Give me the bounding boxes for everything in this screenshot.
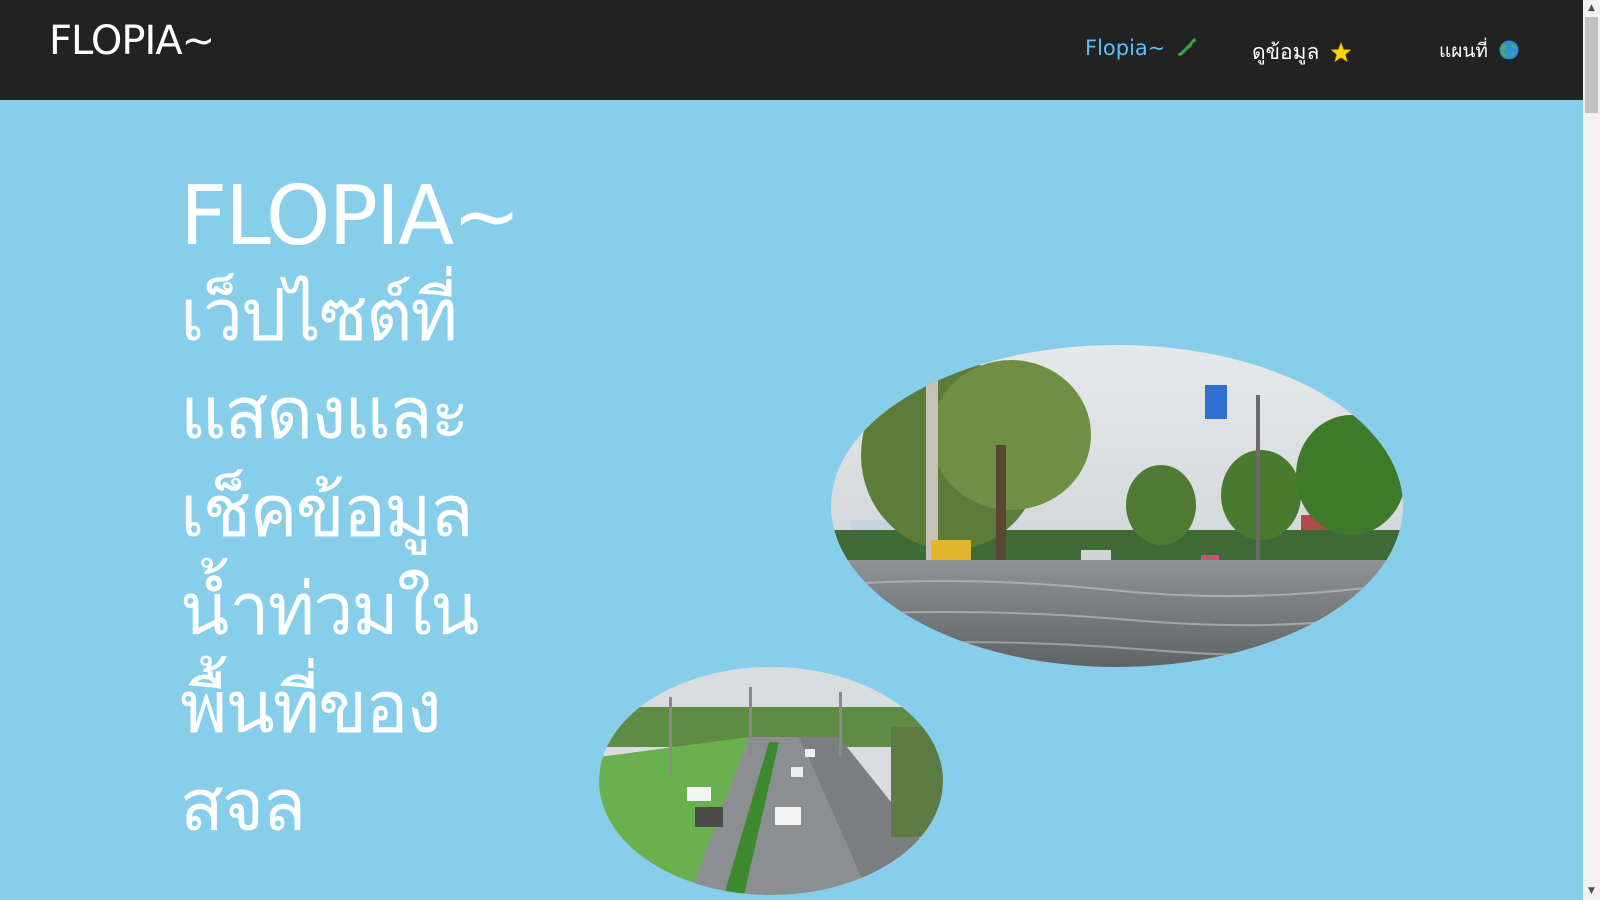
nav-link-label: ดูข้อมูล xyxy=(1252,40,1320,64)
hero-section: FLOPIA~ เว็ปไซต์ที่แสดงและเช็คข้อมูลน้ำท… xyxy=(0,100,1583,900)
nav-link-label: แผนที่ xyxy=(1439,40,1488,62)
hero-title: FLOPIA~ xyxy=(180,169,521,264)
top-navbar: FLOPIA~ Flopia~ ดูข้อมูล แผนที่ xyxy=(0,0,1583,100)
nav-link-view-data[interactable]: ดูข้อมูล xyxy=(1252,36,1353,69)
nav-link-label: Flopia~ xyxy=(1085,36,1166,60)
star-icon xyxy=(1329,41,1353,65)
brand-logo[interactable]: FLOPIA~ xyxy=(49,18,215,64)
flooded-street-photo xyxy=(831,345,1403,667)
vertical-scrollbar[interactable]: ▲ ▼ xyxy=(1583,0,1600,900)
globe-icon xyxy=(1498,39,1522,63)
japan-map-icon xyxy=(1175,36,1199,60)
scrollbar-thumb[interactable] xyxy=(1585,17,1598,113)
nav-link-flopia[interactable]: Flopia~ xyxy=(1085,36,1199,60)
hero-subtitle: เว็ปไซต์ที่แสดงและเช็คข้อมูลน้ำท่วมในพื้… xyxy=(180,273,479,847)
nav-link-map[interactable]: แผนที่ xyxy=(1439,36,1522,66)
scroll-up-arrow-icon[interactable]: ▲ xyxy=(1583,0,1600,17)
scroll-down-arrow-icon[interactable]: ▼ xyxy=(1583,883,1600,900)
flooded-road-aerial-photo xyxy=(599,667,943,895)
